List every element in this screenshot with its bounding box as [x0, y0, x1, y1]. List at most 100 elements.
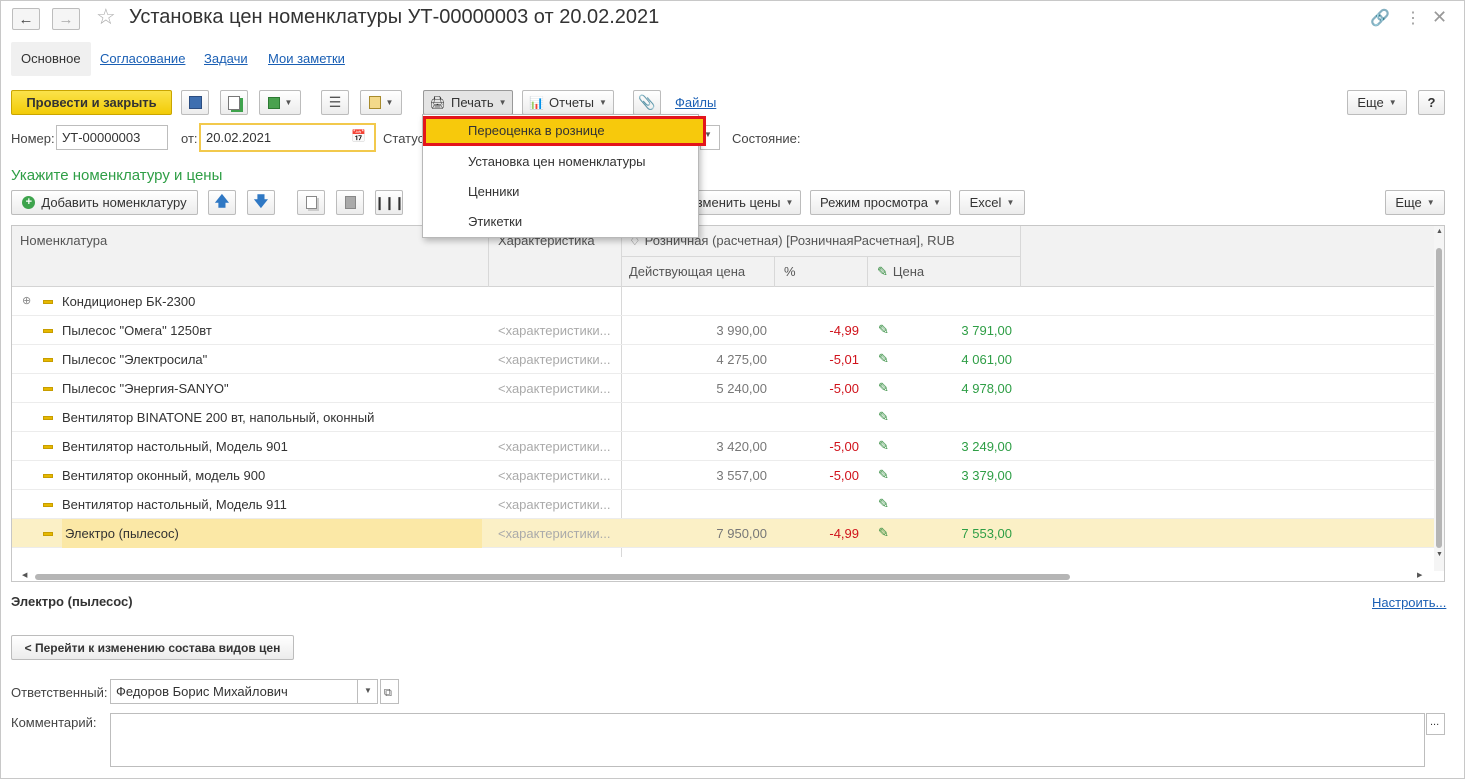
current-price-cell[interactable] [624, 403, 767, 432]
item-name-cell[interactable]: Электро (пылесос) [62, 519, 482, 548]
table-row[interactable]: Электро (пылесос) <характеристики... 7 950… [12, 519, 1434, 548]
menu-item-labels[interactable]: Этикетки [423, 207, 698, 237]
current-price-cell[interactable]: 3 557,00 [624, 461, 767, 490]
current-price-cell[interactable] [624, 287, 767, 316]
price-cell[interactable]: 3 249,00 [892, 432, 1012, 461]
move-down-button[interactable]: 🡇 [247, 190, 275, 215]
current-price-cell[interactable] [624, 490, 767, 519]
price-cell[interactable] [892, 403, 1012, 432]
characteristic-cell[interactable] [498, 403, 613, 432]
table-row[interactable]: Вентилятор BINATONE 200 вт, напольный, о… [12, 403, 1434, 432]
percent-cell[interactable]: -4,99 [777, 519, 859, 548]
vertical-scrollbar[interactable]: ▲ ▼ [1434, 226, 1444, 571]
goto-price-types-button[interactable]: < Перейти к изменению состава видов цен [11, 635, 294, 660]
characteristic-cell[interactable]: <характеристики... [498, 490, 613, 519]
add-item-button[interactable]: + Добавить номенклатуру [11, 190, 198, 215]
post-button[interactable] [220, 90, 248, 115]
create-based-on-button[interactable]: ▼ [259, 90, 301, 115]
current-price-cell[interactable]: 5 240,00 [624, 374, 767, 403]
calendar-icon[interactable]: 📅 [351, 129, 366, 143]
price-cell[interactable]: 3 791,00 [892, 316, 1012, 345]
configure-link[interactable]: Настроить... [1372, 595, 1446, 610]
characteristic-cell[interactable] [498, 287, 613, 316]
comment-expand-button[interactable]: ... [1426, 713, 1445, 735]
help-button[interactable]: ? [1418, 90, 1445, 115]
col-current-header[interactable]: Действующая цена [629, 264, 745, 279]
change-prices-button[interactable]: зменить цены ▼ [690, 190, 801, 215]
more-button[interactable]: Еще ▼ [1347, 90, 1407, 115]
copy-button[interactable] [297, 190, 325, 215]
structure-button[interactable]: ☰ [321, 90, 349, 115]
table-row[interactable]: Пылесос "Электросила" <характеристики... 4… [12, 345, 1434, 374]
table-row[interactable]: Пылесос "Омега" 1250вт <характеристики...… [12, 316, 1434, 345]
date-field[interactable]: 20.02.2021 📅 [199, 123, 376, 152]
reports-button[interactable]: 📊 Отчеты ▼ [522, 90, 614, 115]
save-button[interactable] [181, 90, 209, 115]
tab-main[interactable]: Основное [11, 42, 91, 76]
forward-button[interactable]: → [52, 8, 80, 30]
vertical-scroll-thumb[interactable] [1436, 248, 1442, 548]
item-name-cell[interactable]: Кондиционер БК-2300 [62, 287, 482, 316]
table-row[interactable]: Вентилятор настольный, Модель 901 <характ… [12, 432, 1434, 461]
back-button[interactable]: ← [12, 8, 40, 30]
responsible-open-button[interactable]: ⧉ [380, 679, 399, 704]
characteristic-cell[interactable]: <характеристики... [498, 519, 613, 548]
price-cell[interactable]: 4 978,00 [892, 374, 1012, 403]
percent-cell[interactable]: -5,00 [777, 432, 859, 461]
characteristic-cell[interactable]: <характеристики... [498, 374, 613, 403]
excel-button[interactable]: Excel ▼ [959, 190, 1025, 215]
item-name-cell[interactable]: Пылесос "Омега" 1250вт [62, 316, 482, 345]
price-cell[interactable] [892, 287, 1012, 316]
item-name-cell[interactable]: Вентилятор настольный, Модель 901 [62, 432, 482, 461]
more-vertical-icon[interactable]: ⋮ [1405, 8, 1421, 28]
menu-item-price-tags[interactable]: Ценники [423, 177, 698, 207]
percent-cell[interactable]: -5,00 [777, 461, 859, 490]
percent-cell[interactable]: -4,99 [777, 316, 859, 345]
tab-tasks[interactable]: Задачи [194, 42, 258, 76]
horizontal-scroll-thumb[interactable] [35, 574, 1070, 580]
responsible-field[interactable]: Федоров Борис Михайлович [110, 679, 358, 704]
close-icon[interactable]: ✕ [1432, 7, 1447, 28]
print-button[interactable]: 🖨 Печать ▼ [423, 90, 513, 115]
related-docs-button[interactable]: ▼ [360, 90, 402, 115]
comment-field[interactable] [110, 713, 1425, 767]
attach-button[interactable]: 📎 [633, 90, 661, 115]
menu-item-revaluation-retail[interactable]: Переоценка в рознице [423, 116, 706, 146]
current-price-cell[interactable]: 3 420,00 [624, 432, 767, 461]
barcode-button[interactable]: ❙❙❙ [374, 190, 405, 215]
current-price-cell[interactable]: 7 950,00 [624, 519, 767, 548]
price-cell[interactable]: 7 553,00 [892, 519, 1012, 548]
characteristic-cell[interactable]: <характеристики... [498, 316, 613, 345]
tab-approval[interactable]: Согласование [90, 42, 195, 76]
current-price-cell[interactable]: 3 990,00 [624, 316, 767, 345]
tab-notes[interactable]: Мои заметки [258, 42, 355, 76]
table-row[interactable]: Пылесос "Энергия-SANYO" <характеристики..… [12, 374, 1434, 403]
files-link[interactable]: Файлы [675, 95, 716, 110]
menu-item-price-setting[interactable]: Установка цен номенклатуры [423, 147, 698, 177]
item-name-cell[interactable]: Пылесос "Энергия-SANYO" [62, 374, 482, 403]
characteristic-cell[interactable]: <характеристики... [498, 432, 613, 461]
col-price-header[interactable]: ✎ Цена [877, 264, 924, 280]
link-icon[interactable]: 🔗 [1370, 8, 1390, 28]
view-mode-button[interactable]: Режим просмотра ▼ [810, 190, 951, 215]
number-field[interactable]: УТ-00000003 [56, 125, 168, 150]
item-name-cell[interactable]: Вентилятор оконный, модель 900 [62, 461, 482, 490]
horizontal-scrollbar[interactable]: ◀ ▶ [12, 571, 1434, 581]
responsible-dropdown[interactable]: ▼ [357, 679, 378, 704]
percent-cell[interactable] [777, 490, 859, 519]
current-price-cell[interactable]: 4 275,00 [624, 345, 767, 374]
table-more-button[interactable]: Еще ▼ [1385, 190, 1445, 215]
price-cell[interactable]: 3 379,00 [892, 461, 1012, 490]
expand-icon[interactable]: ⊕ [22, 294, 31, 307]
table-row[interactable]: Вентилятор настольный, Модель 911 <характ… [12, 490, 1434, 519]
col-pct-header[interactable]: % [784, 264, 796, 279]
percent-cell[interactable] [777, 287, 859, 316]
price-cell[interactable] [892, 490, 1012, 519]
col-item-header[interactable]: Номенклатура [20, 233, 107, 248]
percent-cell[interactable]: -5,00 [777, 374, 859, 403]
paste-button[interactable] [336, 190, 364, 215]
table-row[interactable]: Вентилятор оконный, модель 900 <характери… [12, 461, 1434, 490]
favorite-star-icon[interactable]: ☆ [96, 4, 116, 30]
characteristic-cell[interactable]: <характеристики... [498, 461, 613, 490]
percent-cell[interactable]: -5,01 [777, 345, 859, 374]
